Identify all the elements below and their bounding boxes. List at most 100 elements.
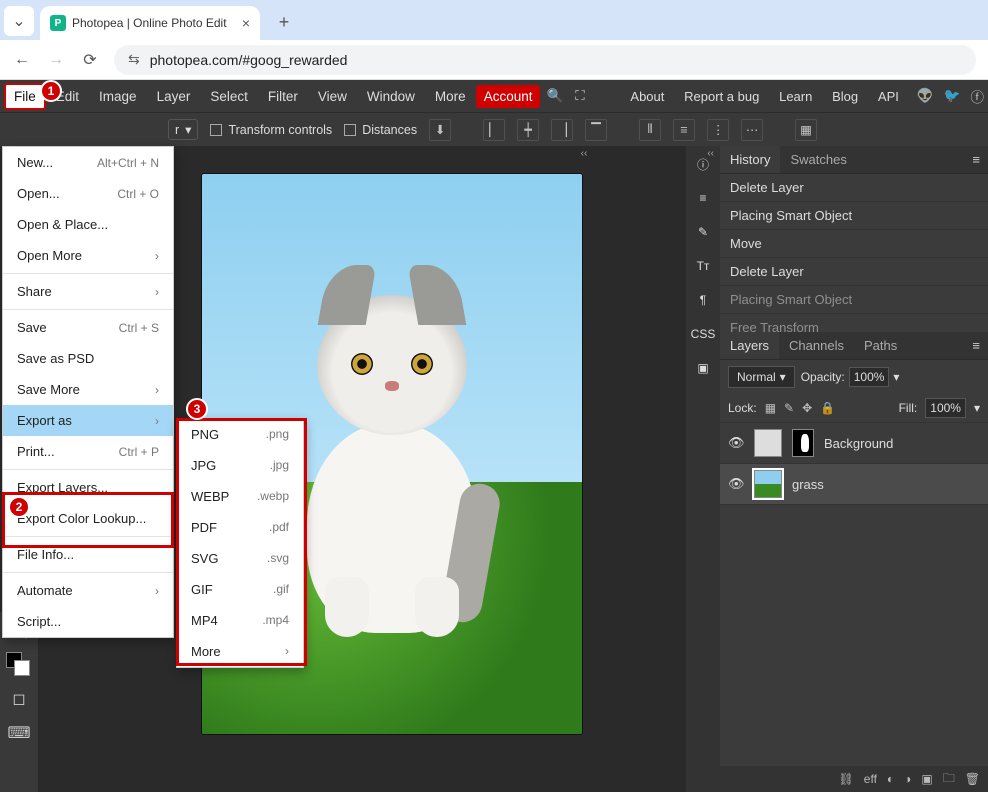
character-panel-icon[interactable]: Tᴛ	[691, 254, 715, 278]
grid-icon[interactable]: ▦	[795, 119, 817, 141]
history-item[interactable]: Move	[720, 230, 988, 258]
tab-list-button[interactable]: ⌄	[4, 6, 34, 36]
link-learn[interactable]: Learn	[779, 89, 812, 104]
link-api[interactable]: API	[878, 89, 899, 104]
file-menu-item[interactable]: Automate›	[3, 575, 173, 606]
visibility-icon[interactable]: 👁	[728, 476, 744, 492]
facebook-icon[interactable]: ⓕ	[971, 86, 985, 106]
file-menu-item[interactable]: File Info...	[3, 539, 173, 570]
lock-position-icon[interactable]: ✥	[802, 401, 812, 415]
menu-layer[interactable]: Layer	[147, 83, 201, 110]
layer-name[interactable]: grass	[792, 477, 824, 492]
layer-thumb[interactable]	[754, 470, 782, 498]
visibility-icon[interactable]: 👁	[728, 435, 744, 451]
blend-mode-select[interactable]: Normal ▾	[728, 366, 795, 388]
file-menu-item[interactable]: Save More›	[3, 374, 173, 405]
paragraph-panel-icon[interactable]: ¶	[691, 288, 715, 312]
link-about[interactable]: About	[630, 89, 664, 104]
export-submenu-item[interactable]: More›	[177, 636, 303, 667]
new-layer-icon[interactable]: 🗀	[943, 769, 955, 790]
align-right-icon[interactable]: ▕	[551, 119, 573, 141]
menu-view[interactable]: View	[308, 83, 357, 110]
file-menu-item[interactable]: Print...Ctrl + P	[3, 436, 173, 467]
export-submenu-item[interactable]: WEBP.webp	[177, 481, 303, 512]
search-icon[interactable]: 🔍	[546, 88, 563, 104]
history-item[interactable]: Delete Layer	[720, 174, 988, 202]
menu-select[interactable]: Select	[200, 83, 258, 110]
file-menu-item[interactable]: Open More›	[3, 240, 173, 271]
menu-window[interactable]: Window	[357, 83, 425, 110]
export-submenu-item[interactable]: MP4.mp4	[177, 605, 303, 636]
menu-filter[interactable]: Filter	[258, 83, 308, 110]
history-item[interactable]: Delete Layer	[720, 258, 988, 286]
transform-controls-checkbox[interactable]: Transform controls	[210, 123, 332, 137]
layer-mask-thumb[interactable]	[792, 429, 814, 457]
export-submenu-item[interactable]: GIF.gif	[177, 574, 303, 605]
keyboard-icon[interactable]: ⌨	[4, 718, 34, 748]
reload-button[interactable]: ⟳	[80, 50, 100, 70]
export-submenu-item[interactable]: SVG.svg	[177, 543, 303, 574]
layer-row[interactable]: 👁 grass	[720, 464, 988, 505]
history-item[interactable]: Free Transform	[720, 314, 988, 332]
quickmask-icon[interactable]: ◻	[4, 684, 34, 714]
link-layers-icon[interactable]: ⛓	[839, 772, 854, 786]
export-submenu-item[interactable]: JPG.jpg	[177, 450, 303, 481]
distribute-spacing-icon[interactable]: ⋮	[707, 119, 729, 141]
file-menu-item[interactable]: Share›	[3, 276, 173, 307]
new-group-icon[interactable]: ▣	[921, 772, 932, 786]
layer-row[interactable]: 👁 Background	[720, 423, 988, 464]
back-button[interactable]: ←	[12, 51, 32, 69]
panel-menu-icon[interactable]: ≡	[964, 334, 988, 357]
panel-collapse-arrows[interactable]: ‹‹‹‹	[581, 148, 714, 159]
adjustment-layer-icon[interactable]: ◑	[904, 772, 911, 786]
distribute-h-icon[interactable]: ⫴	[639, 119, 661, 141]
delete-layer-icon[interactable]: 🗑	[965, 772, 980, 786]
reddit-icon[interactable]: 👽	[917, 88, 934, 104]
menu-image[interactable]: Image	[89, 83, 147, 110]
new-tab-button[interactable]: +	[270, 8, 298, 36]
url-field[interactable]: ⇆ photopea.com/#goog_rewarded	[114, 45, 976, 75]
distances-checkbox[interactable]: Distances	[344, 123, 417, 137]
history-item[interactable]: Placing Smart Object	[720, 202, 988, 230]
link-report-bug[interactable]: Report a bug	[684, 89, 759, 104]
tab-history[interactable]: History	[720, 146, 780, 173]
site-info-icon[interactable]: ⇆	[128, 51, 140, 68]
fullscreen-icon[interactable]: ⛶	[575, 88, 584, 104]
lock-pixels-icon[interactable]: ▦	[765, 401, 776, 415]
panel-menu-icon[interactable]: ≡	[964, 148, 988, 171]
menu-more[interactable]: More	[425, 83, 476, 110]
twitter-icon[interactable]: 🐦	[944, 88, 961, 104]
tab-swatches[interactable]: Swatches	[780, 146, 856, 173]
distribute-v-icon[interactable]: ≡	[673, 119, 695, 141]
history-item[interactable]: Placing Smart Object	[720, 286, 988, 314]
adjustments-panel-icon[interactable]: ≡	[691, 186, 715, 210]
link-blog[interactable]: Blog	[832, 89, 858, 104]
lock-all-icon[interactable]: 🔒	[820, 401, 835, 415]
file-menu-item[interactable]: Export Layers...	[3, 472, 173, 503]
color-swatches-icon[interactable]	[4, 650, 34, 680]
fill-value[interactable]: 100%	[925, 398, 966, 418]
brush-panel-icon[interactable]: ✎	[691, 220, 715, 244]
layer-effects-icon[interactable]: eff	[864, 772, 877, 786]
menu-account[interactable]: Account	[476, 85, 541, 108]
image-panel-icon[interactable]: ▣	[691, 356, 715, 380]
file-menu-item[interactable]: Script...	[3, 606, 173, 637]
chevron-down-icon[interactable]: ▾	[974, 401, 980, 415]
css-panel-icon[interactable]: CSS	[691, 322, 715, 346]
tab-paths[interactable]: Paths	[854, 332, 907, 359]
tool-preset-select[interactable]: r ▾	[168, 119, 198, 140]
file-menu-item[interactable]: SaveCtrl + S	[3, 312, 173, 343]
file-menu-item[interactable]: Save as PSD	[3, 343, 173, 374]
file-menu-item[interactable]: New...Alt+Ctrl + N	[3, 147, 173, 178]
add-mask-icon[interactable]: ◐	[887, 772, 894, 786]
file-menu-item[interactable]: Export as›	[3, 405, 173, 436]
forward-button[interactable]: →	[46, 51, 66, 69]
layer-thumb[interactable]	[754, 429, 782, 457]
align-center-h-icon[interactable]: ┿	[517, 119, 539, 141]
download-icon[interactable]: ⬇	[429, 119, 451, 141]
align-left-icon[interactable]: ▏	[483, 119, 505, 141]
opacity-value[interactable]: 100%	[849, 367, 890, 387]
file-menu-item[interactable]: Open & Place...	[3, 209, 173, 240]
browser-tab[interactable]: P Photopea | Online Photo Edit ×	[40, 6, 260, 40]
tab-layers[interactable]: Layers	[720, 332, 779, 359]
